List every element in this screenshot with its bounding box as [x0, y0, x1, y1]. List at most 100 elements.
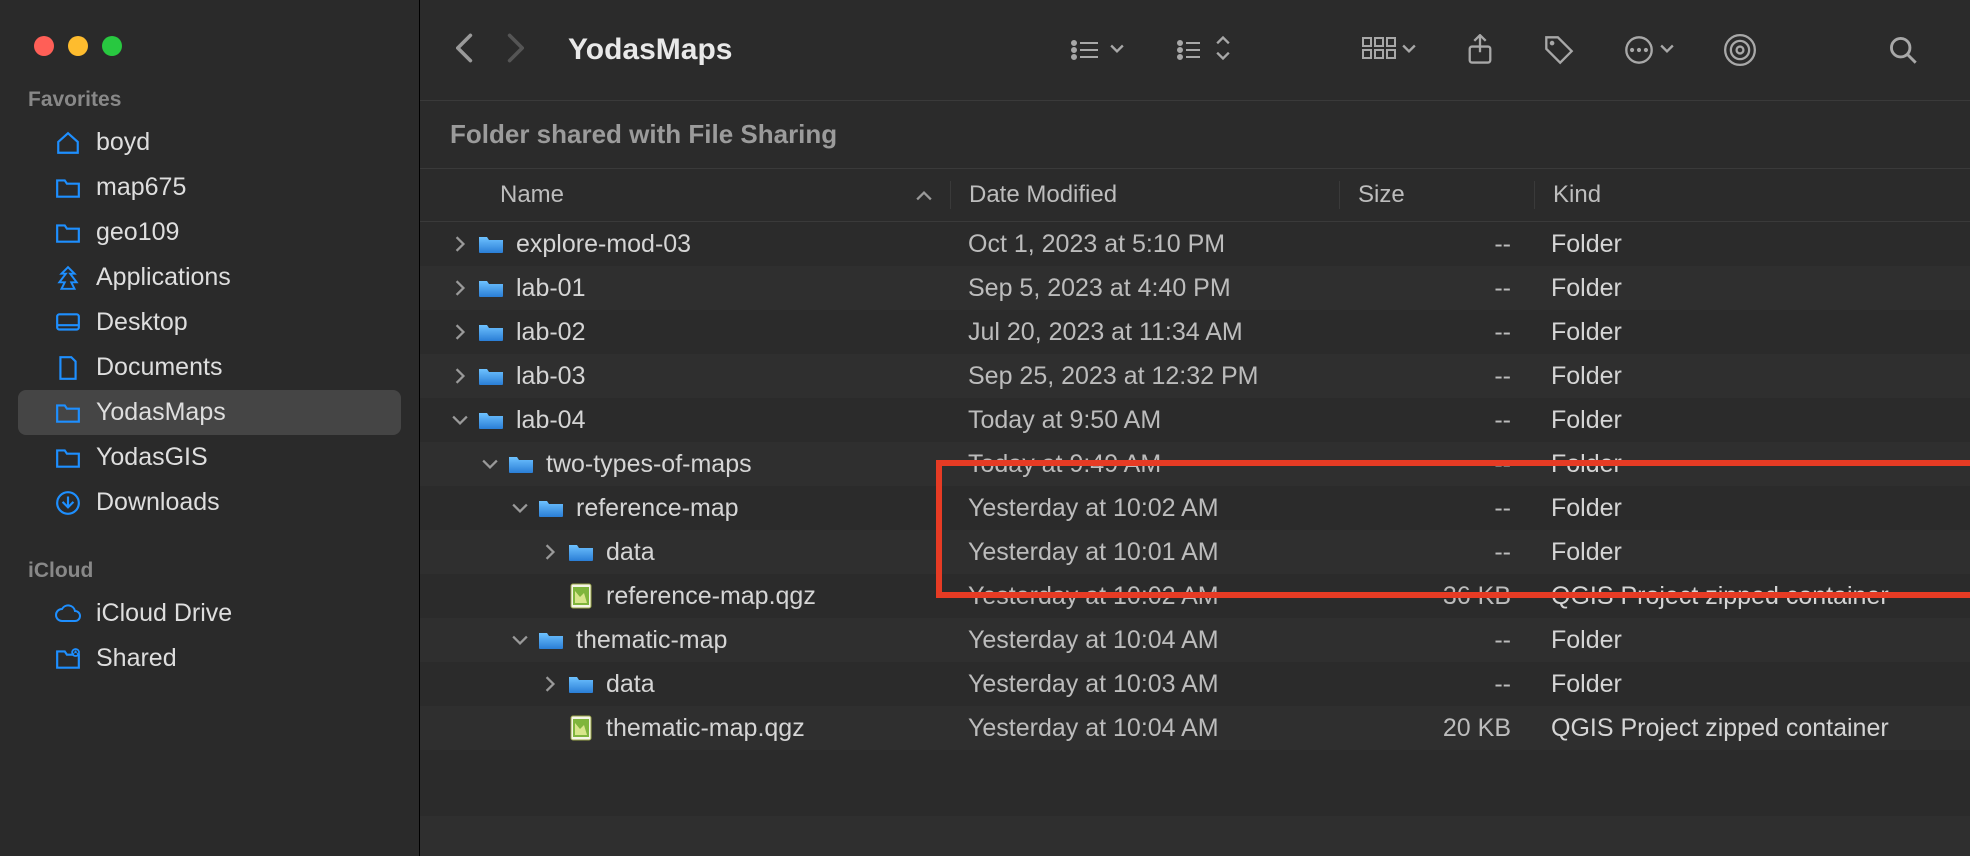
file-name: reference-map [576, 494, 739, 523]
cell-kind: QGIS Project zipped container [1533, 582, 1970, 611]
sidebar-item-documents[interactable]: Documents [18, 345, 401, 390]
folder-icon [54, 444, 82, 472]
sidebar-item-yodasmaps[interactable]: YodasMaps [18, 390, 401, 435]
disclosure-open-icon[interactable] [480, 458, 500, 470]
cell-size: -- [1338, 494, 1533, 523]
sidebar-item-label: iCloud Drive [96, 599, 232, 628]
cell-size: -- [1338, 626, 1533, 655]
disclosure-closed-icon[interactable] [450, 280, 470, 296]
disclosure-open-icon[interactable] [510, 634, 530, 646]
sidebar-item-map675[interactable]: map675 [18, 165, 401, 210]
cell-date: Yesterday at 10:04 AM [950, 714, 1338, 743]
sidebar-section-label: Favorites [0, 80, 419, 120]
sharing-banner: Folder shared with File Sharing [420, 100, 1970, 169]
view-sort-button[interactable] [1160, 36, 1244, 65]
disclosure-closed-icon[interactable] [450, 324, 470, 340]
header-name[interactable]: Name [450, 181, 950, 209]
sidebar-item-label: map675 [96, 173, 186, 202]
file-name: reference-map.qgz [606, 582, 816, 611]
header-size[interactable]: Size [1339, 181, 1534, 209]
sidebar-item-label: geo109 [96, 218, 179, 247]
minimize-button[interactable] [68, 36, 88, 56]
sidebar-item-label: YodasMaps [96, 398, 226, 427]
cell-size: -- [1338, 538, 1533, 567]
chevron-down-icon [1402, 41, 1416, 59]
sidebar-item-boyd[interactable]: boyd [18, 120, 401, 165]
forward-button[interactable] [506, 33, 524, 68]
cell-date: Yesterday at 10:02 AM [950, 582, 1338, 611]
cell-size: 20 KB [1338, 714, 1533, 743]
toolbar: YodasMaps [420, 0, 1970, 100]
sidebar-item-desktop[interactable]: Desktop [18, 300, 401, 345]
disclosure-open-icon[interactable] [450, 414, 470, 426]
sidebar-item-label: Shared [96, 644, 177, 673]
airdrop-button[interactable] [1710, 34, 1770, 66]
sidebar-item-shared[interactable]: Shared [18, 636, 401, 681]
folder-icon [508, 453, 534, 475]
cell-date: Sep 5, 2023 at 4:40 PM [950, 274, 1338, 303]
sidebar-item-downloads[interactable]: Downloads [18, 480, 401, 525]
folder-icon [478, 409, 504, 431]
zoom-button[interactable] [102, 36, 122, 56]
doc-icon [54, 354, 82, 382]
sidebar-item-label: Downloads [96, 488, 220, 517]
file-name: data [606, 538, 655, 567]
share-button[interactable] [1452, 34, 1508, 66]
cell-name: data [450, 670, 950, 699]
cell-date: Yesterday at 10:02 AM [950, 494, 1338, 523]
folder-icon [478, 321, 504, 343]
empty-space [420, 816, 1970, 856]
home-icon [54, 129, 82, 157]
cell-name: reference-map [450, 494, 950, 523]
file-row[interactable]: dataYesterday at 10:03 AM--Folder [420, 662, 1970, 706]
folder-icon [568, 541, 594, 563]
cell-kind: Folder [1533, 450, 1970, 479]
file-row[interactable]: reference-mapYesterday at 10:02 AM--Fold… [420, 486, 1970, 530]
file-row[interactable]: reference-map.qgzYesterday at 10:02 AM36… [420, 574, 1970, 618]
file-row[interactable]: lab-01Sep 5, 2023 at 4:40 PM--Folder [420, 266, 1970, 310]
disclosure-closed-icon[interactable] [450, 236, 470, 252]
file-row[interactable]: lab-04Today at 9:50 AM--Folder [420, 398, 1970, 442]
sidebar-item-label: boyd [96, 128, 150, 157]
search-button[interactable] [1874, 35, 1932, 65]
cell-size: -- [1338, 230, 1533, 259]
view-layout-button[interactable] [1348, 37, 1430, 63]
file-name: thematic-map.qgz [606, 714, 805, 743]
file-row[interactable]: explore-mod-03Oct 1, 2023 at 5:10 PM--Fo… [420, 222, 1970, 266]
qgis-file-icon [568, 717, 594, 739]
back-button[interactable] [456, 33, 474, 68]
cell-name: data [450, 538, 950, 567]
sidebar-item-icloud-drive[interactable]: iCloud Drive [18, 591, 401, 636]
file-name: explore-mod-03 [516, 230, 691, 259]
folder-icon [478, 365, 504, 387]
disclosure-closed-icon[interactable] [540, 676, 560, 692]
file-name: data [606, 670, 655, 699]
file-name: two-types-of-maps [546, 450, 752, 479]
header-kind[interactable]: Kind [1534, 181, 1970, 209]
cell-date: Yesterday at 10:03 AM [950, 670, 1338, 699]
cell-size: -- [1338, 318, 1533, 347]
actions-button[interactable] [1610, 35, 1688, 65]
chevron-down-icon [1110, 41, 1124, 59]
cell-size: -- [1338, 362, 1533, 391]
qgis-file-icon [568, 585, 594, 607]
sidebar-item-applications[interactable]: Applications [18, 255, 401, 300]
file-row[interactable]: lab-02Jul 20, 2023 at 11:34 AM--Folder [420, 310, 1970, 354]
sort-ascending-icon [916, 181, 950, 209]
view-grouping-button[interactable] [1054, 36, 1138, 64]
file-row[interactable]: lab-03Sep 25, 2023 at 12:32 PM--Folder [420, 354, 1970, 398]
tags-button[interactable] [1530, 35, 1588, 65]
disclosure-closed-icon[interactable] [540, 544, 560, 560]
file-row[interactable]: two-types-of-mapsToday at 9:49 AM--Folde… [420, 442, 1970, 486]
sidebar-item-yodasgis[interactable]: YodasGIS [18, 435, 401, 480]
file-row[interactable]: thematic-mapYesterday at 10:04 AM--Folde… [420, 618, 1970, 662]
folder-icon [478, 233, 504, 255]
disclosure-closed-icon[interactable] [450, 368, 470, 384]
file-name: lab-03 [516, 362, 586, 391]
file-row[interactable]: thematic-map.qgz Yesterday at 10:04 AM20 … [420, 706, 1970, 750]
header-date[interactable]: Date Modified [950, 181, 1339, 209]
file-row[interactable]: dataYesterday at 10:01 AM--Folder [420, 530, 1970, 574]
sidebar-item-geo109[interactable]: geo109 [18, 210, 401, 255]
disclosure-open-icon[interactable] [510, 502, 530, 514]
close-button[interactable] [34, 36, 54, 56]
